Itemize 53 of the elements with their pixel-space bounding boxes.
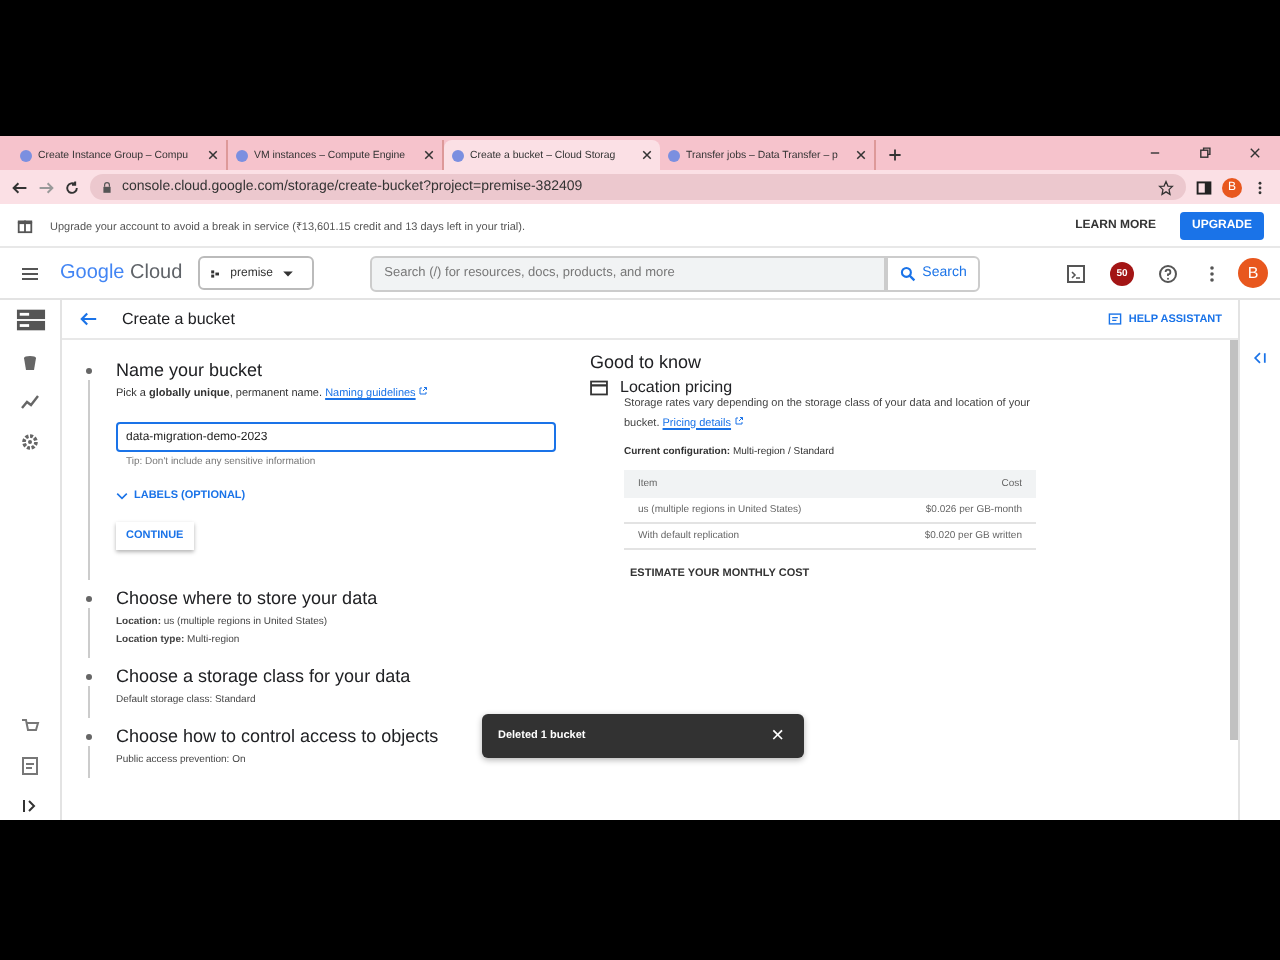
- search-icon: [900, 265, 917, 281]
- chevron-icon: [116, 492, 128, 500]
- page-icon: [20, 149, 32, 161]
- collapse-panel-icon[interactable]: [1252, 350, 1268, 366]
- project-icon: [210, 267, 223, 279]
- expand-icon[interactable]: [20, 796, 40, 816]
- page-icon: [236, 149, 248, 161]
- sidebar-icon[interactable]: [1196, 179, 1212, 195]
- page-title: Create a bucket: [122, 310, 235, 328]
- notes-icon[interactable]: [20, 756, 40, 776]
- assistant-icon: [1108, 312, 1123, 326]
- lock-icon: [102, 181, 112, 193]
- close-icon[interactable]: [208, 150, 218, 160]
- settings-icon[interactable]: [20, 432, 40, 452]
- external-link-icon: [733, 415, 744, 425]
- page-icon: [452, 149, 464, 161]
- close-icon[interactable]: [424, 150, 434, 160]
- restore-icon[interactable]: [1198, 146, 1212, 160]
- logo[interactable]: Google Cloud: [60, 262, 183, 284]
- close-icon[interactable]: [856, 150, 866, 160]
- caret-icon: [281, 269, 294, 277]
- marketplace-icon[interactable]: [20, 716, 40, 736]
- scrollbar-thumb[interactable]: [1230, 340, 1238, 740]
- chart-icon[interactable]: [20, 392, 40, 412]
- step-title[interactable]: Choose how to control access to objects: [116, 726, 439, 746]
- storage-icon[interactable]: [15, 308, 45, 332]
- new-tab-icon[interactable]: [888, 148, 902, 162]
- step-title[interactable]: Choose where to store your data: [116, 588, 378, 608]
- page-icon: [668, 149, 680, 161]
- step-title[interactable]: Choose a storage class for your data: [116, 666, 411, 686]
- help-icon[interactable]: [1158, 263, 1178, 283]
- step-bullet: [86, 673, 92, 679]
- close-icon[interactable]: [1248, 146, 1262, 160]
- step-title[interactable]: Name your bucket: [116, 360, 263, 380]
- menu-icon[interactable]: [20, 263, 40, 283]
- close-button[interactable]: ×: [767, 725, 788, 747]
- back-icon[interactable]: [12, 179, 28, 195]
- step-bullet: [86, 595, 92, 601]
- account-avatar[interactable]: B: [1238, 258, 1268, 288]
- bucket-icon[interactable]: [20, 352, 40, 372]
- terminal-icon[interactable]: [1066, 263, 1086, 283]
- gift-icon: [16, 216, 34, 234]
- external-link-icon: [417, 386, 428, 396]
- step-bullet: [86, 733, 92, 739]
- back-icon[interactable]: [80, 310, 98, 328]
- minimize-icon[interactable]: [1148, 146, 1162, 160]
- section-title: Location pricing: [620, 378, 733, 396]
- star-icon[interactable]: [1158, 179, 1174, 195]
- close-icon[interactable]: [642, 150, 652, 160]
- card-icon: [590, 379, 608, 395]
- panel-heading: Good to know: [590, 352, 704, 372]
- step-bullet: [86, 367, 92, 373]
- reload-icon[interactable]: [64, 179, 80, 195]
